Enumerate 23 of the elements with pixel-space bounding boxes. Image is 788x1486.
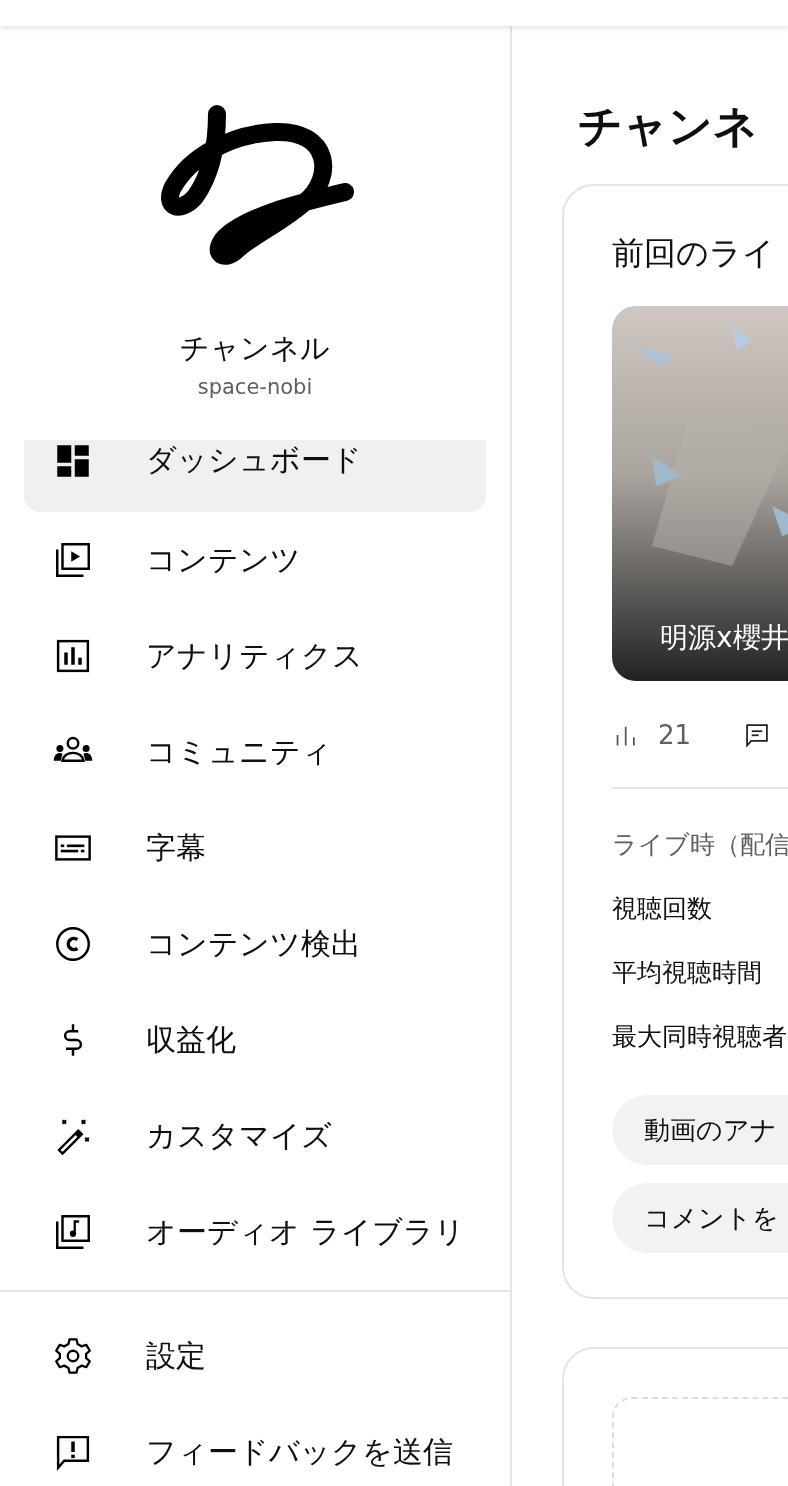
- video-title: 明源x櫻井: [660, 620, 788, 656]
- nav-item[interactable]: コンテンツ: [24, 512, 486, 608]
- metric-label: 最大同時視聴者: [612, 1021, 788, 1053]
- nav-item[interactable]: コンテンツ検出: [24, 896, 486, 992]
- card-title: 前回のライ: [612, 233, 776, 274]
- view-count: 21: [658, 720, 692, 750]
- settings-icon: [52, 1335, 94, 1377]
- nav-item[interactable]: アナリティクス: [24, 608, 486, 704]
- channel-handle: space-nobi: [197, 374, 313, 401]
- pill-button[interactable]: コメントを: [612, 1183, 788, 1253]
- page-title: チャンネ: [578, 99, 759, 153]
- channel-name: チャンネル: [180, 330, 330, 367]
- metric-label: 視聴回数: [612, 893, 713, 925]
- pill-button[interactable]: 動画のアナ: [612, 1095, 788, 1165]
- nav-item[interactable]: コミュニティ: [24, 704, 486, 800]
- nav-item[interactable]: ダッシュボード: [24, 440, 486, 512]
- nav-item[interactable]: 字幕: [24, 800, 486, 896]
- nav-item[interactable]: 収益化: [24, 992, 486, 1088]
- nav-item[interactable]: フィードバックを送信: [24, 1404, 486, 1486]
- nav-item[interactable]: 設定: [24, 1308, 486, 1404]
- metric-label: 平均視聴時間: [612, 957, 763, 989]
- nav-item[interactable]: オーディオ ライブラリ: [24, 1184, 486, 1280]
- nav-item[interactable]: カスタマイズ: [24, 1088, 486, 1184]
